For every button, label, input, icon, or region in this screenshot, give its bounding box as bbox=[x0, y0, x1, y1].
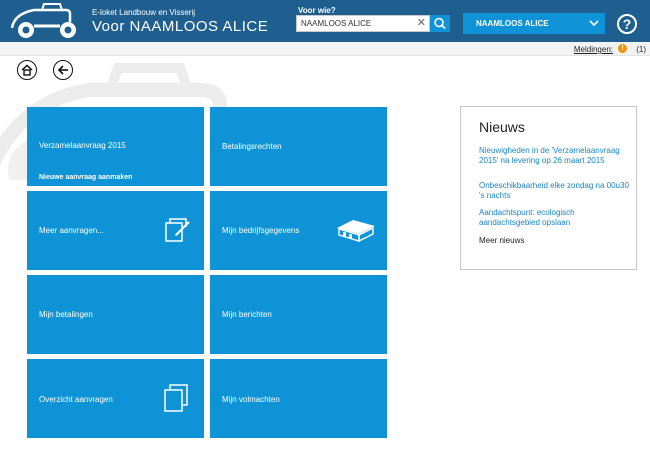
documents-edit-icon bbox=[165, 218, 190, 242]
tile-title: Mijn betalingen bbox=[39, 310, 93, 319]
notifications-count: (1) bbox=[636, 45, 646, 54]
search-field: ✕ bbox=[296, 15, 430, 32]
news-item-link[interactable]: Aandachtspunt: ecologisch aandachtsgebie… bbox=[479, 208, 629, 228]
tile-verzamelaanvraag[interactable]: Verzamelaanvraag 2015 Nieuwe aanvraag aa… bbox=[27, 107, 204, 186]
tile-title: Mijn volmachten bbox=[222, 395, 280, 404]
news-panel: Nieuws Nieuwigheden in de 'Verzamelaanvr… bbox=[460, 106, 637, 270]
tile-meer-aanvragen[interactable]: Meer aanvragen... bbox=[27, 191, 204, 270]
warning-icon[interactable]: ! bbox=[618, 44, 627, 53]
back-button[interactable] bbox=[53, 60, 73, 80]
brand-title: Voor NAAMLOOS ALICE bbox=[92, 18, 269, 35]
tile-overzicht-aanvragen[interactable]: Overzicht aanvragen bbox=[27, 359, 204, 438]
tile-title: Mijn bedrijfsgegevens bbox=[222, 226, 300, 235]
tile-mijn-berichten[interactable]: Mijn berichten bbox=[210, 275, 387, 354]
search-icon bbox=[434, 17, 446, 30]
barn-icon bbox=[337, 220, 375, 242]
tile-betalingsrechten[interactable]: Betalingsrechten bbox=[210, 107, 387, 186]
clear-icon[interactable]: ✕ bbox=[417, 17, 426, 30]
arrow-left-icon bbox=[57, 65, 68, 75]
chevron-down-icon bbox=[589, 20, 599, 27]
notifications-bar: Meldingen: ! (1) bbox=[0, 42, 650, 56]
tile-title: Meer aanvragen... bbox=[39, 226, 104, 235]
news-item-link[interactable]: Onbeschikbaarheid elke zondag na 00u30 '… bbox=[479, 181, 629, 201]
user-dropdown-label: NAAMLOOS ALICE bbox=[476, 19, 549, 28]
user-dropdown[interactable]: NAAMLOOS ALICE bbox=[463, 13, 605, 34]
home-button[interactable] bbox=[17, 60, 37, 80]
tile-title: Overzicht aanvragen bbox=[39, 395, 113, 404]
tile-mijn-bedrijfsgegevens[interactable]: Mijn bedrijfsgegevens bbox=[210, 191, 387, 270]
tractor-logo-icon[interactable] bbox=[4, 2, 90, 40]
tile-new-request-link[interactable]: Nieuwe aanvraag aanmaken bbox=[39, 174, 132, 181]
tile-title: Verzamelaanvraag 2015 bbox=[39, 141, 126, 150]
app-header: E-loket Landbouw en Visserij Voor NAAMLO… bbox=[0, 0, 650, 42]
more-news-link[interactable]: Meer nieuws bbox=[479, 236, 524, 245]
help-button[interactable]: ? bbox=[617, 14, 637, 34]
news-title: Nieuws bbox=[479, 119, 525, 135]
tile-mijn-betalingen[interactable]: Mijn betalingen bbox=[27, 275, 204, 354]
brand-subtitle: E-loket Landbouw en Visserij bbox=[92, 8, 196, 17]
tile-title: Betalingsrechten bbox=[222, 142, 282, 151]
tile-mijn-volmachten[interactable]: Mijn volmachten bbox=[210, 359, 387, 438]
documents-icon bbox=[164, 384, 188, 412]
search-input[interactable] bbox=[297, 16, 411, 31]
tile-title: Mijn berichten bbox=[222, 310, 272, 319]
search-button[interactable] bbox=[430, 15, 450, 32]
home-icon bbox=[21, 64, 33, 76]
notifications-link[interactable]: Meldingen: bbox=[574, 45, 613, 54]
search-label: Voor wie? bbox=[298, 6, 336, 15]
news-item-link[interactable]: Nieuwigheden in de 'Verzamelaanvraag 201… bbox=[479, 146, 629, 166]
